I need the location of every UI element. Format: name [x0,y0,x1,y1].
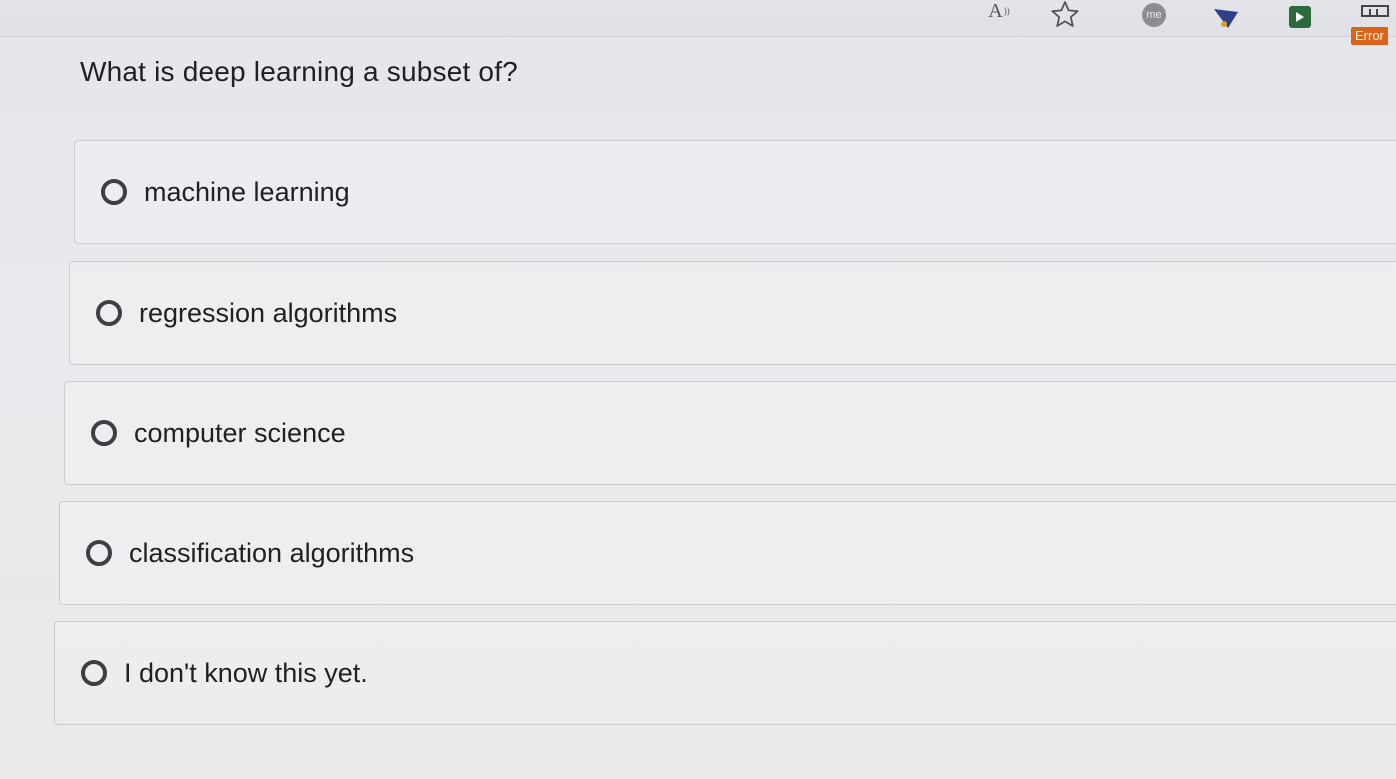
option-label: I don't know this yet. [124,657,368,688]
option-label: machine learning [144,176,350,207]
option-label: regression algorithms [139,297,398,328]
option-label: classification algorithms [129,537,415,568]
question-text: What is deep learning a subset of? [80,56,518,87]
extension-green-icon[interactable] [1289,6,1311,28]
option-computer-science[interactable]: computer science [64,381,1396,485]
answer-options: machine learning regression algorithms c… [0,0,1396,779]
star-icon[interactable] [1048,0,1082,28]
radio-button[interactable] [101,179,127,205]
radio-button[interactable] [86,540,112,566]
radio-button[interactable] [96,300,122,326]
radio-button[interactable] [81,660,107,686]
radio-button[interactable] [91,420,117,446]
error-badge[interactable]: Error [1351,27,1388,45]
extension-icon[interactable] [1210,4,1244,30]
option-label: computer science [134,417,346,448]
browser-toolbar: A)) me Error [0,0,1396,45]
avatar-icon[interactable]: me [1142,3,1166,27]
option-regression-algorithms[interactable]: regression algorithms [69,261,1396,365]
text-size-icon[interactable]: A)) [982,0,1016,22]
option-machine-learning[interactable]: machine learning [74,140,1396,244]
option-classification-algorithms[interactable]: classification algorithms [59,501,1396,605]
extension-menu-icon[interactable] [1360,4,1390,18]
option-dont-know[interactable]: I don't know this yet. [54,621,1396,725]
